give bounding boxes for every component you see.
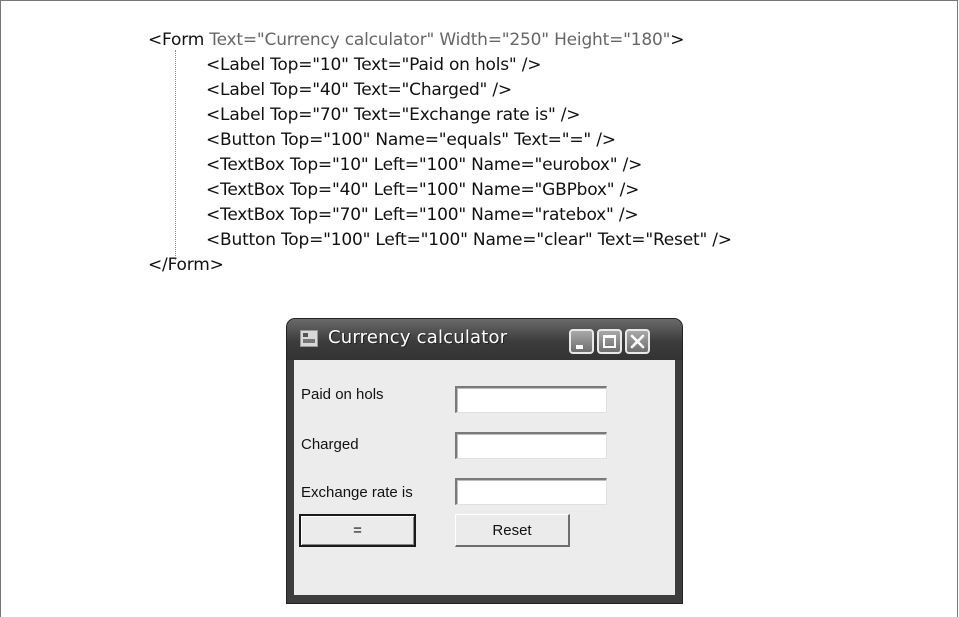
code-line: <Label Top="40" Text="Charged" />	[206, 80, 512, 100]
eurobox-input[interactable]	[455, 386, 607, 413]
code-line: <TextBox Top="10" Left="100" Name="eurob…	[206, 155, 643, 175]
reset-button-label: Reset	[492, 521, 532, 539]
window-titlebar[interactable]: Currency calculator	[287, 319, 682, 360]
indent-guide	[175, 50, 176, 260]
window-title: Currency calculator	[328, 327, 508, 348]
label-exchange-rate: Exchange rate is	[301, 484, 413, 501]
label-paid-on-hols: Paid on hols	[301, 386, 384, 403]
code-line: <Label Top="10" Text="Paid on hols" />	[206, 55, 542, 75]
code-form-open-close: >	[670, 30, 685, 50]
figure-right-edge	[957, 0, 958, 617]
app-window-icon[interactable]	[300, 330, 318, 347]
close-button[interactable]	[625, 329, 650, 354]
currency-calculator-window: Currency calculator Paid on hols Charged…	[287, 319, 682, 603]
equals-button[interactable]: =	[299, 514, 416, 547]
code-form-open-attrs: Text="Currency calculator" Width="250" H…	[204, 30, 671, 50]
code-line: <TextBox Top="40" Left="100" Name="GBPbo…	[206, 180, 640, 200]
maximize-button[interactable]	[597, 329, 622, 354]
code-line-form-open: <Form Text="Currency calculator" Width="…	[148, 28, 732, 53]
code-line: <Button Top="100" Left="100" Name="clear…	[206, 230, 732, 250]
code-form-open-tag: <Form	[148, 30, 205, 50]
label-charged: Charged	[301, 436, 359, 453]
code-line: <Button Top="100" Name="equals" Text="="…	[206, 130, 616, 150]
code-line-form-close: </Form>	[148, 255, 224, 275]
code-line: <TextBox Top="70" Left="100" Name="rateb…	[206, 205, 639, 225]
minimize-button[interactable]	[569, 329, 594, 354]
gbpbox-input[interactable]	[455, 432, 607, 459]
form-client-area: Paid on hols Charged Exchange rate is = …	[294, 360, 675, 595]
reset-button[interactable]: Reset	[455, 514, 570, 547]
ratebox-input[interactable]	[455, 478, 607, 505]
close-icon	[630, 334, 645, 349]
xml-code-listing: <Form Text="Currency calculator" Width="…	[148, 28, 732, 278]
equals-button-label: =	[353, 522, 362, 539]
code-line: <Label Top="70" Text="Exchange rate is" …	[206, 105, 581, 125]
